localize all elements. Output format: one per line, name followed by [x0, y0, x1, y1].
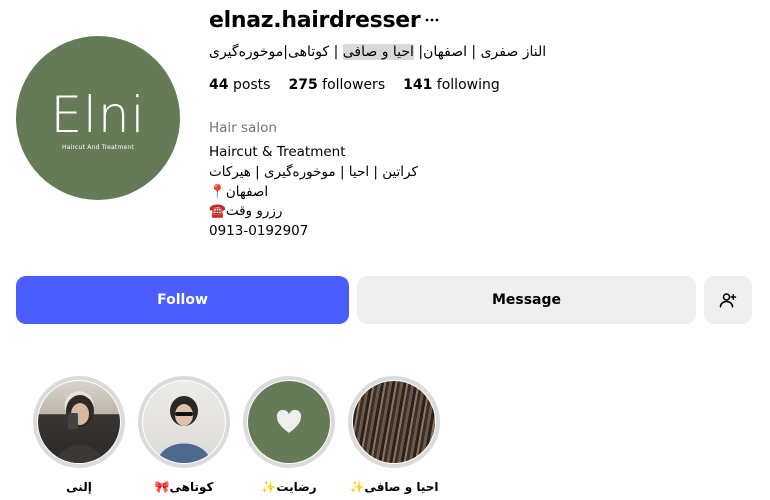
highlight-label: ✨رضایت	[261, 480, 317, 494]
full-name-part-1: الناز صفری | اصفهان|	[418, 44, 547, 60]
message-button[interactable]: Message	[357, 276, 696, 324]
profile-category: Hair salon	[209, 120, 277, 136]
story-highlight[interactable]: ✨احیا و صافی	[348, 376, 440, 494]
following-stat[interactable]: 141 following	[403, 77, 500, 93]
highlight-ring	[243, 376, 335, 468]
posts-count: 44	[209, 77, 229, 93]
bio-line: 📍اصفهان	[209, 183, 269, 200]
avatar-logo-subtext: Haircut And Treatment	[62, 143, 134, 151]
highlight-ring	[348, 376, 440, 468]
bio-line: ☎️رزرو وقت	[209, 203, 283, 220]
profile-avatar[interactable]: Elni Haircut And Treatment	[16, 36, 180, 200]
posts-stat: 44 posts	[209, 77, 270, 93]
profile-stats: 44 posts 275 followers 141 following	[209, 77, 500, 93]
following-label: following	[436, 77, 500, 93]
full-name-highlighted: احیا و صافی	[342, 44, 414, 60]
highlight-cover-image	[143, 381, 225, 463]
highlight-cover-image	[353, 381, 435, 463]
more-horizontal-icon[interactable]	[424, 12, 440, 28]
following-count: 141	[403, 77, 433, 93]
portrait-figure	[157, 396, 211, 463]
person-add-icon	[719, 293, 737, 308]
profile-full-name: الناز صفری | اصفهان| احیا و صافی | کوتاه…	[209, 44, 546, 60]
followers-stat[interactable]: 275 followers	[288, 77, 385, 93]
suggest-user-button[interactable]	[704, 276, 752, 324]
bio-phone: 0913-0192907	[209, 223, 309, 240]
followers-count: 275	[288, 77, 318, 93]
posts-label: posts	[232, 77, 271, 93]
story-highlight[interactable]: إلنی	[33, 376, 125, 494]
highlight-label: ✨احیا و صافی	[349, 480, 439, 494]
highlight-label: 🎀کوتاهی	[154, 480, 214, 494]
highlight-ring	[138, 376, 230, 468]
highlight-label: إلنی	[66, 480, 92, 494]
bio-line: Haircut & Treatment	[209, 144, 346, 160]
avatar-logo-text: Elni	[50, 85, 146, 144]
selfie-figure	[56, 395, 104, 463]
followers-label: followers	[322, 77, 386, 93]
highlight-cover-image	[38, 381, 120, 463]
profile-bio: Haircut & Treatment کراتین | احیا | موخو…	[209, 143, 418, 242]
story-highlight[interactable]: 🎀کوتاهی	[138, 376, 230, 494]
follow-button[interactable]: Follow	[16, 276, 349, 324]
story-highlight[interactable]: ✨رضایت	[243, 376, 335, 494]
profile-username: elnaz.hairdresser	[209, 8, 421, 33]
full-name-part-2: | کوتاهی|موخوره‌گیری	[209, 44, 339, 60]
highlight-cover-image	[248, 381, 330, 463]
highlight-ring	[33, 376, 125, 468]
bio-line: کراتین | احیا | موخوره‌گیری | هیرکات	[209, 163, 418, 180]
heart-icon	[276, 410, 302, 433]
